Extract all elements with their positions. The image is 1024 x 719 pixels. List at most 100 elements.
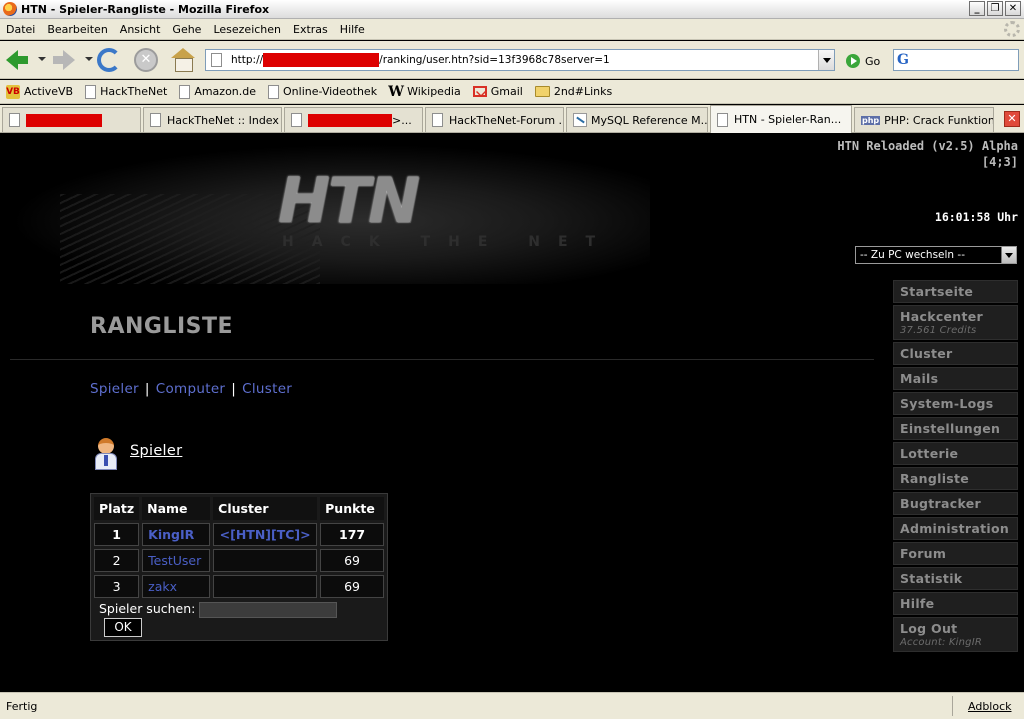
sidebar-item-forum[interactable]: Forum (893, 542, 1018, 565)
window-controls: _ ❐ ✕ (969, 1, 1021, 16)
folder-icon (534, 86, 550, 97)
back-button[interactable] (4, 47, 30, 73)
go-button[interactable]: Go (846, 54, 880, 68)
back-history-dropdown-icon[interactable] (38, 57, 46, 61)
search-box[interactable]: G (893, 49, 1019, 71)
player-name-link[interactable]: TestUser (142, 549, 211, 572)
user-icon (94, 438, 118, 470)
divider (952, 696, 953, 716)
menu-lesezeichen[interactable]: Lesezeichen (207, 23, 287, 36)
column-header-name: Name (142, 497, 211, 520)
tab-bar: HackTheNet :: Index >... HackTheNet-Foru… (0, 105, 1024, 133)
menu-ansicht[interactable]: Ansicht (114, 23, 167, 36)
bookmark-hackthenet[interactable]: HackTheNet (85, 84, 167, 99)
sidebar-item-hackcenter[interactable]: Hackcenter 37.561 Credits (893, 305, 1018, 340)
table-row: 2 TestUser 69 (94, 549, 384, 572)
sidebar-item-statistik[interactable]: Statistik (893, 567, 1018, 590)
mysql-icon (573, 113, 587, 127)
tab-htn-spieler-rangliste[interactable]: HTN - Spieler-Ran... (710, 105, 852, 133)
bookmark-activevb[interactable]: VB ActiveVB (6, 84, 73, 99)
player-name-link[interactable]: KingIR (142, 523, 211, 546)
cluster-cell (213, 549, 318, 572)
sidebar-item-lotterie[interactable]: Lotterie (893, 442, 1018, 465)
sidebar-item-system-logs[interactable]: System-Logs (893, 392, 1018, 415)
section-title[interactable]: Spieler (130, 443, 182, 459)
sidebar-item-einstellungen[interactable]: Einstellungen (893, 417, 1018, 440)
version-info: HTN Reloaded (v2.5) Alpha [4;3] (837, 139, 1018, 169)
bookmark-folder-2nd-links[interactable]: 2nd#Links (534, 85, 612, 98)
stop-button[interactable]: ✕ (134, 48, 158, 72)
php-icon: php (861, 115, 881, 125)
menu-extras[interactable]: Extras (287, 23, 334, 36)
redacted-block (26, 113, 102, 127)
url-bar[interactable]: http:///ranking/user.htn?sid=13f3968c78s… (205, 49, 835, 71)
activevb-icon: VB (6, 84, 20, 99)
tab-redacted-2[interactable]: >... (284, 107, 423, 132)
sidebar-item-hilfe[interactable]: Hilfe (893, 592, 1018, 615)
tab-redacted-1[interactable] (2, 107, 141, 132)
go-arrow-icon (846, 54, 860, 68)
tab-php-crack[interactable]: php PHP: Crack Funktion... (854, 107, 994, 132)
page-icon (291, 113, 302, 127)
close-tab-button[interactable]: ✕ (1004, 111, 1020, 127)
table-header-row: Platz Name Cluster Punkte (94, 497, 384, 520)
status-text: Fertig (6, 700, 38, 713)
page-icon (179, 84, 191, 99)
sidebar-item-mails[interactable]: Mails (893, 367, 1018, 390)
menu-gehe[interactable]: Gehe (166, 23, 207, 36)
ranking-subnav: Spieler | Computer | Cluster (90, 381, 293, 397)
sidebar-item-bugtracker[interactable]: Bugtracker (893, 492, 1018, 515)
close-window-button[interactable]: ✕ (1005, 1, 1021, 16)
bookmark-wikipedia[interactable]: W Wikipedia (388, 84, 461, 100)
page-icon (717, 112, 728, 127)
ranking-table: Platz Name Cluster Punkte 1 KingIR <[HTN… (90, 493, 388, 641)
bookmarks-toolbar: VB ActiveVB HackTheNet Amazon.de Online-V… (0, 80, 1024, 104)
tab-hackthenet-forum[interactable]: HackTheNet-Forum ... (425, 107, 564, 132)
tab-hackthenet-index[interactable]: HackTheNet :: Index (143, 107, 282, 132)
points-cell: 69 (320, 575, 384, 598)
player-name-link[interactable]: zakx (142, 575, 211, 598)
bookmark-online-videothek[interactable]: Online-Videothek (268, 84, 377, 99)
subnav-computer-link[interactable]: Computer (156, 381, 226, 397)
page-icon (268, 84, 280, 99)
sidebar-item-log-out[interactable]: Log Out Account: KingIR (893, 617, 1018, 652)
htn-logo[interactable]: HTN (278, 164, 420, 237)
menu-bar: Datei Bearbeiten Ansicht Gehe Lesezeiche… (0, 19, 1024, 40)
url-history-dropdown-icon[interactable] (818, 50, 834, 70)
adblock-button[interactable]: Adblock (968, 700, 1012, 713)
menu-datei[interactable]: Datei (0, 23, 41, 36)
cluster-link[interactable]: <[HTN][TC]> (213, 523, 318, 546)
cluster-cell (213, 575, 318, 598)
subnav-spieler-link[interactable]: Spieler (90, 381, 139, 397)
sidebar-item-cluster[interactable]: Cluster (893, 342, 1018, 365)
maximize-button[interactable]: ❐ (987, 1, 1003, 16)
sidebar-item-startseite[interactable]: Startseite (893, 280, 1018, 303)
points-cell: 69 (320, 549, 384, 572)
tab-mysql-reference[interactable]: MySQL Reference M... (566, 107, 708, 132)
sidebar-item-rangliste[interactable]: Rangliste (893, 467, 1018, 490)
google-icon[interactable]: G (897, 52, 909, 68)
firefox-icon (3, 2, 17, 16)
minimize-button[interactable]: _ (969, 1, 985, 16)
bookmark-gmail[interactable]: Gmail (472, 85, 523, 98)
sidebar-menu: Startseite Hackcenter 37.561 Credits Clus… (893, 280, 1018, 654)
redacted-block (308, 113, 392, 127)
chevron-down-icon (1001, 247, 1016, 263)
rank-cell: 2 (94, 549, 140, 572)
pc-switch-select[interactable]: -- Zu PC wechseln -- (855, 246, 1017, 264)
table-row: 1 KingIR <[HTN][TC]> 177 (94, 523, 384, 546)
menu-hilfe[interactable]: Hilfe (334, 23, 371, 36)
menu-bearbeiten[interactable]: Bearbeiten (41, 23, 113, 36)
navigation-toolbar: ✕ http:///ranking/user.htn?sid=13f3968c7… (0, 41, 1024, 79)
title-bar: HTN - Spieler-Rangliste - Mozilla Firefo… (0, 0, 1024, 19)
subnav-cluster-link[interactable]: Cluster (242, 381, 292, 397)
sidebar-item-administration[interactable]: Administration (893, 517, 1018, 540)
bookmark-amazon[interactable]: Amazon.de (179, 84, 256, 99)
forward-button[interactable] (51, 47, 77, 73)
player-search-input[interactable] (199, 601, 338, 618)
home-button[interactable] (170, 47, 196, 73)
search-ok-button[interactable]: OK (104, 617, 142, 637)
forward-history-dropdown-icon[interactable] (85, 57, 93, 61)
reload-button[interactable] (97, 48, 121, 72)
divider (10, 359, 874, 360)
